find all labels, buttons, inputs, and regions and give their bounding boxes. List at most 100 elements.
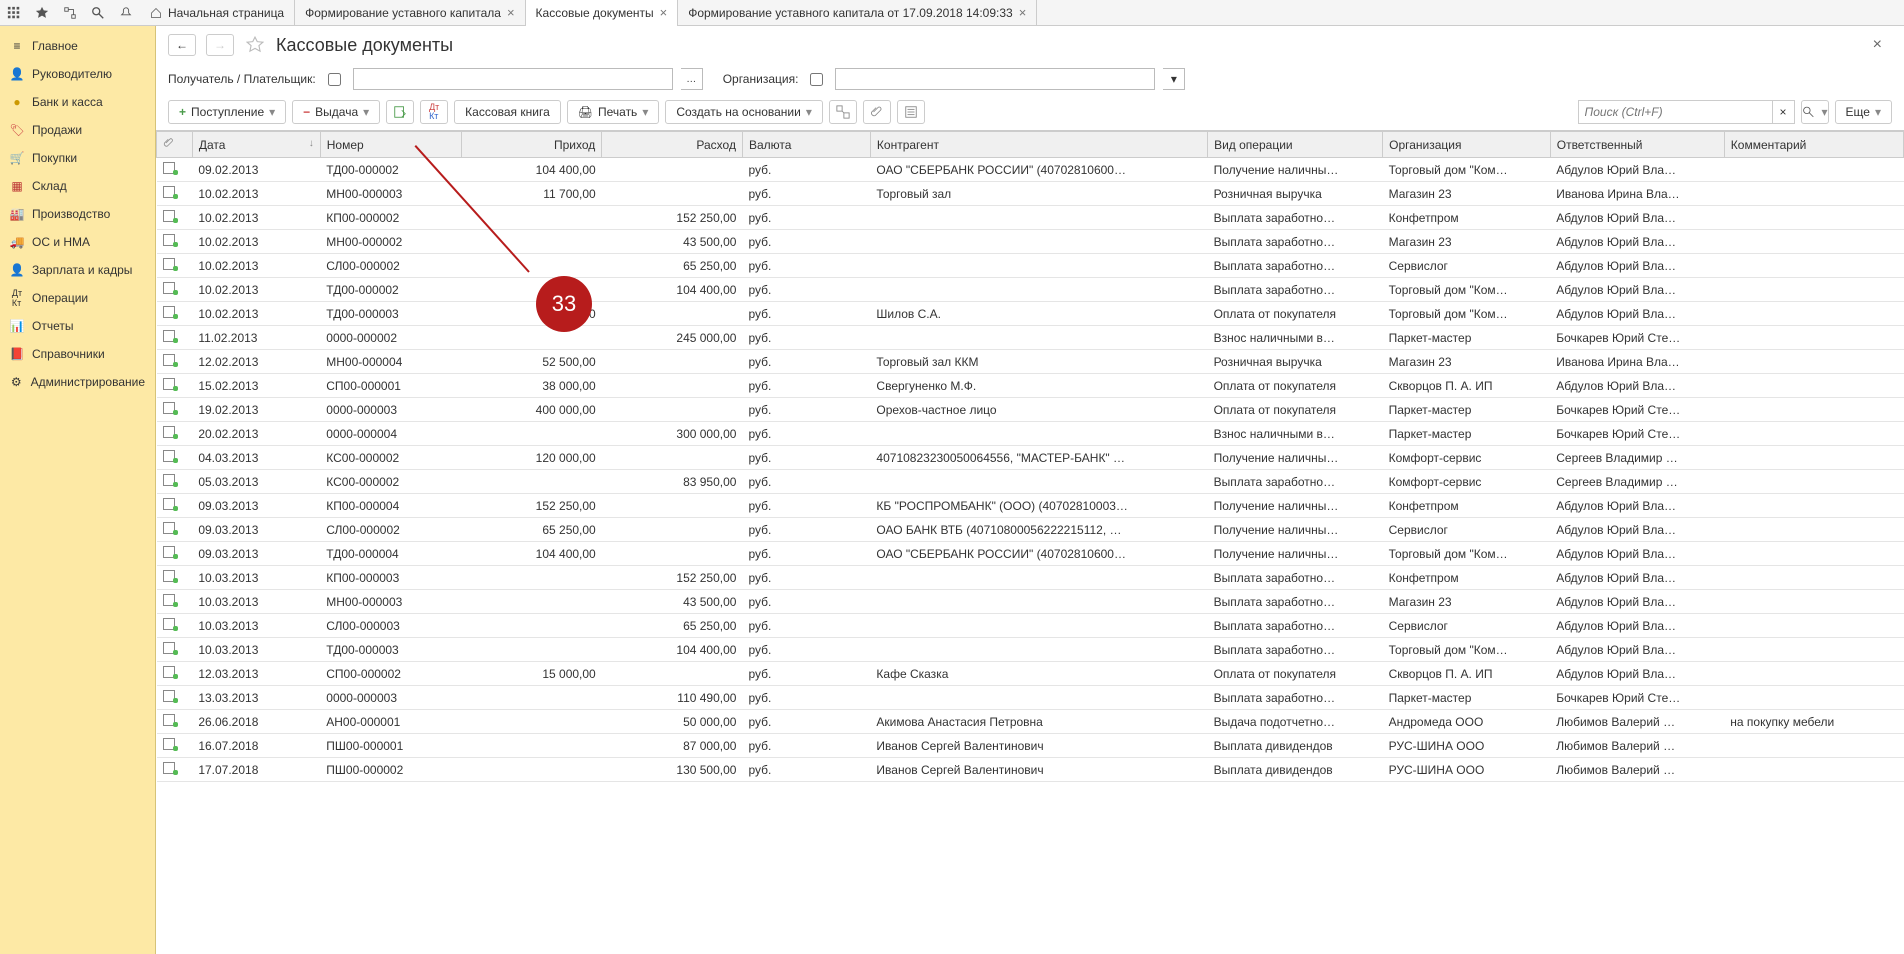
close-icon[interactable]: × [1873,36,1892,54]
sidebar-item-bank[interactable]: ●Банк и касса [0,88,155,116]
outcome-button[interactable]: −Выдача▾ [292,100,380,124]
recipient-picker-button[interactable]: … [681,68,703,90]
search-clear-button[interactable]: × [1773,100,1795,124]
tab-label: Формирование уставного капитала [305,6,501,20]
print-button[interactable]: 🖨Печать▾ [567,100,660,124]
sidebar-item-label: Банк и касса [32,95,103,109]
sidebar-item-operations[interactable]: ДтКтОперации [0,284,155,312]
table-row[interactable]: 12.03.2013 СП00-000002 15 000,00 руб. Ка… [157,662,1904,686]
table-row[interactable]: 10.03.2013 КП00-000003 152 250,00 руб. В… [157,566,1904,590]
col-number[interactable]: Номер [320,132,461,158]
tab-label: Начальная страница [168,6,284,20]
col-counterparty[interactable]: Контрагент [870,132,1207,158]
sidebar-item-production[interactable]: 🏭Производство [0,200,155,228]
sidebar-item-label: Зарплата и кадры [32,263,132,277]
sidebar-item-reports[interactable]: 📊Отчеты [0,312,155,340]
tab-cash-docs[interactable]: Кассовые документы × [526,0,679,26]
annotation-marker: 33 [536,276,592,332]
table-wrap[interactable]: Дата↓ Номер Приход Расход Валюта Контраг… [156,130,1904,954]
document-icon [163,330,177,342]
dtkt-button[interactable]: ДтКт [420,100,448,124]
col-operation[interactable]: Вид операции [1208,132,1383,158]
income-button[interactable]: +Поступление▾ [168,100,286,124]
history-icon[interactable] [56,0,84,26]
favorite-icon[interactable] [28,0,56,26]
table-row[interactable]: 12.02.2013 МН00-000004 52 500,00 руб. То… [157,350,1904,374]
sidebar-item-manager[interactable]: 👤Руководителю [0,60,155,88]
table-row[interactable]: 15.02.2013 СП00-000001 38 000,00 руб. Св… [157,374,1904,398]
sidebar-item-admin[interactable]: ⚙Администрирование [0,368,155,396]
document-icon [163,522,177,534]
attach-button[interactable] [863,100,891,124]
close-icon[interactable]: × [660,5,668,20]
sidebar-item-salary[interactable]: 👤Зарплата и кадры [0,256,155,284]
link-button[interactable] [829,100,857,124]
create-based-button[interactable]: Создать на основании▾ [665,100,823,124]
cashbook-button[interactable]: Кассовая книга [454,100,561,124]
table-row[interactable]: 13.03.2013 0000-000003 110 490,00 руб. В… [157,686,1904,710]
table-row[interactable]: 04.03.2013 КС00-000002 120 000,00 руб. 4… [157,446,1904,470]
col-organization[interactable]: Организация [1383,132,1551,158]
tabs-bar: Начальная страница Формирование уставног… [140,0,1037,26]
table-row[interactable]: 10.03.2013 МН00-000003 43 500,00 руб. Вы… [157,590,1904,614]
bell-icon[interactable] [112,0,140,26]
table-row[interactable]: 17.07.2018 ПШ00-000002 130 500,00 руб. И… [157,758,1904,782]
col-income[interactable]: Приход [461,132,602,158]
table-row[interactable]: 20.02.2013 0000-000004 300 000,00 руб. В… [157,422,1904,446]
sidebar-item-warehouse[interactable]: ▦Склад [0,172,155,200]
sidebar-item-label: Производство [32,207,110,221]
table-row[interactable]: 09.03.2013 СЛ00-000002 65 250,00 руб. ОА… [157,518,1904,542]
org-input[interactable] [835,68,1155,90]
table-row[interactable]: 11.02.2013 0000-000002 245 000,00 руб. В… [157,326,1904,350]
sidebar-item-assets[interactable]: 🚚ОС и НМА [0,228,155,256]
tab-capital-dated[interactable]: Формирование уставного капитала от 17.09… [678,0,1037,26]
star-icon[interactable] [244,36,266,54]
table-row[interactable]: 16.07.2018 ПШ00-000001 87 000,00 руб. Ив… [157,734,1904,758]
document-icon [163,618,177,630]
search-icon[interactable] [84,0,112,26]
col-responsible[interactable]: Ответственный [1550,132,1724,158]
sidebar-toggle[interactable]: ≡Главное [0,32,155,60]
more-button[interactable]: Еще▾ [1835,100,1892,124]
nav-forward-button[interactable]: → [206,34,234,56]
org-checkbox[interactable] [810,73,823,86]
table-row[interactable]: 10.02.2013 ТД00-000003 73 605,00 руб. Ши… [157,302,1904,326]
sidebar-item-purchases[interactable]: 🛒Покупки [0,144,155,172]
btn-label: Еще [1846,105,1870,119]
list-button[interactable] [897,100,925,124]
table-row[interactable]: 10.02.2013 СЛ00-000002 65 250,00 руб. Вы… [157,254,1904,278]
tab-home[interactable]: Начальная страница [140,0,295,26]
table-row[interactable]: 09.02.2013 ТД00-000002 104 400,00 руб. О… [157,158,1904,182]
recipient-input[interactable] [353,68,673,90]
table-row[interactable]: 26.06.2018 АН00-000001 50 000,00 руб. Ак… [157,710,1904,734]
table-row[interactable]: 09.03.2013 КП00-000004 152 250,00 руб. К… [157,494,1904,518]
table-row[interactable]: 19.02.2013 0000-000003 400 000,00 руб. О… [157,398,1904,422]
col-attachment[interactable] [157,132,193,158]
table-row[interactable]: 10.03.2013 СЛ00-000003 65 250,00 руб. Вы… [157,614,1904,638]
table-row[interactable]: 10.02.2013 КП00-000002 152 250,00 руб. В… [157,206,1904,230]
recipient-label: Получатель / Плательщик: [168,72,316,86]
col-outcome[interactable]: Расход [602,132,743,158]
sidebar-item-sales[interactable]: 🏷Продажи [0,116,155,144]
table-row[interactable]: 10.02.2013 МН00-000003 11 700,00 руб. То… [157,182,1904,206]
sidebar-item-catalogs[interactable]: 📕Справочники [0,340,155,368]
table-row[interactable]: 09.03.2013 ТД00-000004 104 400,00 руб. О… [157,542,1904,566]
table-row[interactable]: 10.02.2013 МН00-000002 43 500,00 руб. Вы… [157,230,1904,254]
btn-label: Кассовая книга [465,105,550,119]
recipient-checkbox[interactable] [328,73,341,86]
refresh-button[interactable] [386,100,414,124]
apps-icon[interactable] [0,0,28,26]
col-currency[interactable]: Валюта [742,132,870,158]
table-row[interactable]: 10.02.2013 ТД00-000002 104 400,00 руб. В… [157,278,1904,302]
col-date[interactable]: Дата↓ [192,132,320,158]
tab-capital[interactable]: Формирование уставного капитала × [295,0,525,26]
col-comment[interactable]: Комментарий [1724,132,1903,158]
table-row[interactable]: 05.03.2013 КС00-000002 83 950,00 руб. Вы… [157,470,1904,494]
nav-back-button[interactable]: ← [168,34,196,56]
find-button[interactable]: ▾ [1801,100,1829,124]
table-row[interactable]: 10.03.2013 ТД00-000003 104 400,00 руб. В… [157,638,1904,662]
close-icon[interactable]: × [507,5,515,20]
close-icon[interactable]: × [1019,5,1027,20]
org-dropdown-button[interactable]: ▾ [1163,68,1185,90]
search-input[interactable] [1578,100,1773,124]
